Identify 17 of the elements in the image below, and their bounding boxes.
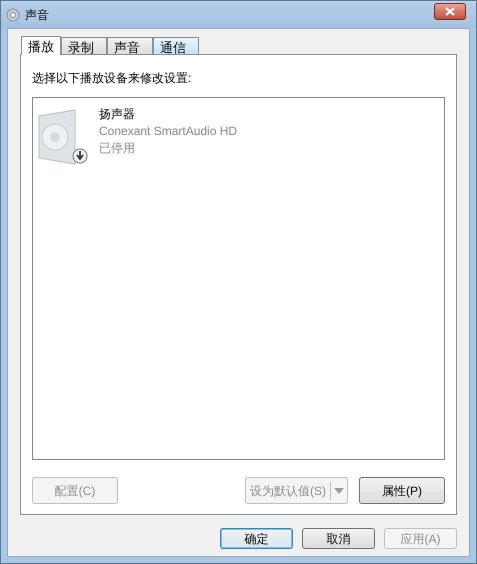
speaker-icon	[37, 108, 89, 166]
dialog-button[interactable]: 取消	[302, 528, 375, 549]
device-status: 已停用	[99, 140, 136, 157]
device-description: Conexant SmartAudio HD	[99, 123, 238, 140]
panel-button[interactable]: 属性(P)	[359, 477, 445, 504]
device-name: 扬声器	[99, 106, 136, 123]
close-button[interactable]	[434, 3, 466, 20]
tab[interactable]: 通信	[153, 37, 199, 54]
tab[interactable]: 播放	[21, 36, 61, 55]
tab[interactable]: 声音	[107, 37, 153, 54]
tab[interactable]: 录制	[61, 37, 107, 54]
speaker-gear-icon	[5, 6, 21, 22]
close-icon	[445, 7, 455, 16]
dropdown-arrow-icon	[331, 486, 347, 494]
dialog-button[interactable]: 确定	[220, 528, 293, 549]
window-title: 声音	[25, 6, 49, 24]
instruction-text: 选择以下播放设备来修改设置:	[32, 70, 192, 87]
